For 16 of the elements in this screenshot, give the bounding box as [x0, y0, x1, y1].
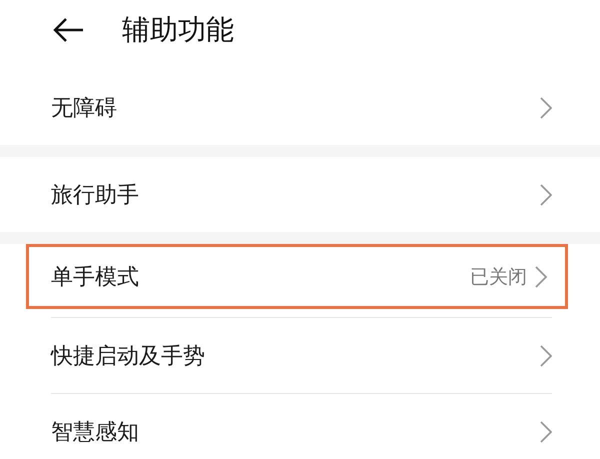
chevron-right-icon	[540, 96, 552, 118]
row-label: 旅行助手	[51, 182, 140, 210]
chevron-right-icon	[535, 266, 547, 288]
settings-row[interactable]: 智慧感知	[51, 393, 552, 459]
chevron-right-icon	[540, 344, 552, 366]
row-value: 已关闭	[470, 264, 527, 290]
row-label: 无障碍	[51, 94, 118, 122]
back-arrow-icon[interactable]	[52, 17, 84, 43]
row-label: 智慧感知	[51, 418, 140, 446]
highlighted-settings-row[interactable]: 单手模式 已关闭	[26, 244, 568, 309]
row-label: 快捷启动及手势	[51, 342, 206, 370]
page-title: 辅助功能	[122, 12, 234, 48]
row-label: 单手模式	[51, 264, 140, 292]
chevron-right-icon	[540, 184, 552, 206]
settings-row[interactable]: 快捷启动及手势	[51, 317, 552, 393]
chevron-right-icon	[540, 420, 552, 442]
